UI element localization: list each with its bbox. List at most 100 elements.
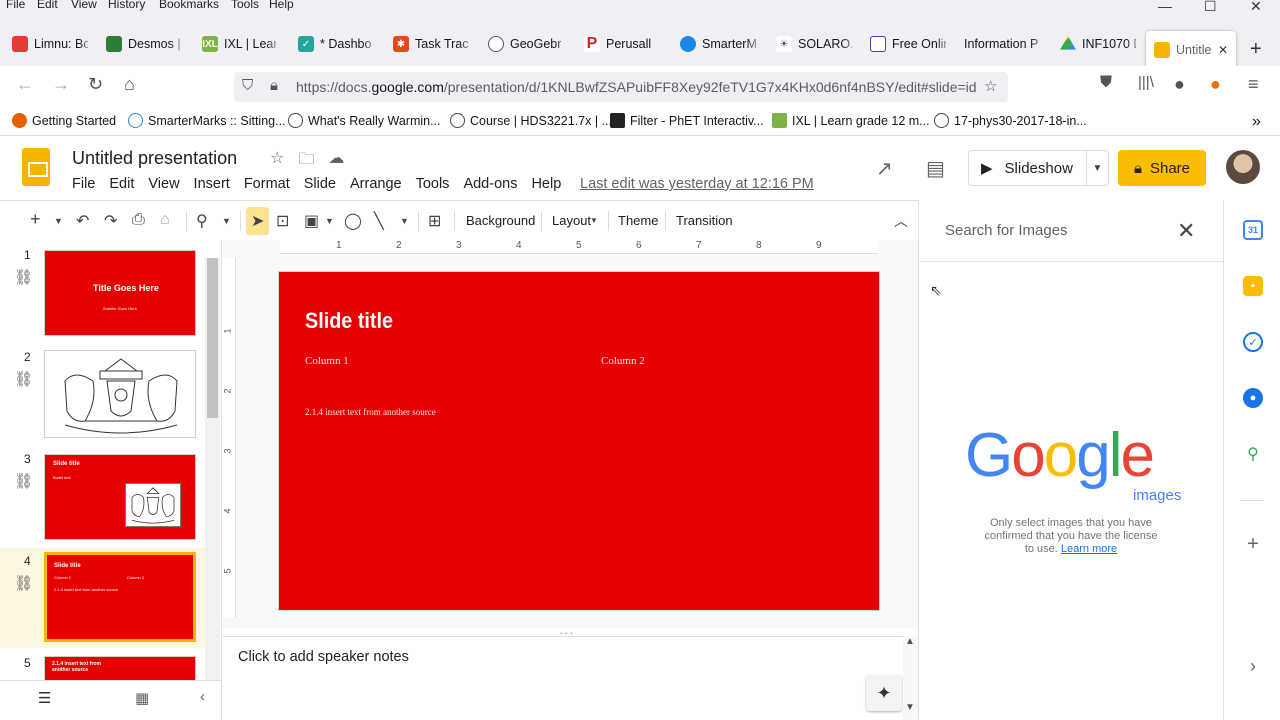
filmstrip-slide-4[interactable]: 4 ⛓ Slide title Column 1 Column 2 2.1.4 … [0, 548, 205, 648]
tab-limnu[interactable]: Limnu: Bo [4, 22, 96, 66]
image-icon[interactable]: ▣ [304, 211, 319, 231]
activity-trend-icon[interactable]: ↗ [876, 156, 893, 181]
notes-scrollbar[interactable]: ▲ ▼ [903, 636, 918, 720]
filmstrip-view-icon[interactable]: ☰ [38, 689, 51, 707]
menu-view[interactable]: View [71, 0, 97, 11]
extension-icon[interactable]: ● [1210, 74, 1221, 95]
more-bookmarks-icon[interactable]: » [1252, 113, 1261, 131]
last-edit-link[interactable]: Last edit was yesterday at 12:16 PM [580, 176, 814, 192]
filmstrip-scrollbar[interactable] [205, 258, 220, 680]
url-text[interactable]: https://docs.google.com/presentation/d/1… [296, 79, 976, 95]
filmstrip-slide-1[interactable]: 1 ⛓ Title Goes Here Subtitle Goes Here [0, 242, 205, 342]
menu-edit[interactable]: Edit [37, 0, 58, 11]
bookmark-course[interactable]: Course | HDS3221.7x | ... [450, 113, 612, 128]
add-addon-icon[interactable]: + [1243, 533, 1263, 555]
zoom-dropdown-icon[interactable]: ▼ [222, 216, 231, 226]
bookmark-warming[interactable]: What's Really Warmin... [288, 113, 441, 128]
star-icon[interactable]: ☆ [270, 148, 284, 175]
line-dropdown-icon[interactable]: ▼ [400, 216, 409, 226]
new-slide-icon[interactable]: + [30, 209, 41, 230]
image-search-input[interactable]: Search for Images [945, 222, 1068, 239]
docs-menu-edit[interactable]: Edit [109, 176, 134, 192]
text-box-icon[interactable]: ⊡ [276, 211, 289, 231]
layout-dropdown-icon[interactable]: ▼ [590, 216, 598, 225]
contacts-icon[interactable]: ● [1243, 388, 1263, 408]
close-tab-icon[interactable]: ✕ [1218, 43, 1228, 57]
tab-smartermarks[interactable]: SmarterM [672, 22, 764, 66]
shield-icon[interactable]: ⛉ [242, 77, 253, 94]
tab-task-tracker[interactable]: ✱ Task Track [385, 22, 477, 66]
new-tab-icon[interactable]: + [1250, 38, 1262, 61]
document-title[interactable]: Untitled presentation [72, 148, 237, 169]
bookmark-star-icon[interactable]: ☆ [984, 77, 997, 95]
menu-file[interactable]: File [6, 0, 25, 11]
slide-thumbnail[interactable]: Title Goes Here Subtitle Goes Here [44, 250, 196, 336]
avatar[interactable] [1226, 150, 1260, 184]
paint-format-icon[interactable]: ⌂ [160, 211, 170, 229]
print-icon[interactable]: ⎙ [132, 211, 145, 229]
slide-thumbnail[interactable] [44, 350, 196, 438]
new-slide-dropdown-icon[interactable]: ▼ [54, 216, 63, 226]
account-icon[interactable]: ● [1174, 74, 1185, 95]
cloud-saved-icon[interactable]: ☁︎ [328, 148, 344, 175]
transition-button[interactable]: Transition [676, 213, 733, 228]
tab-free-online[interactable]: Free Onlin [862, 22, 954, 66]
bookmark-phet[interactable]: Filter - PhET Interactiv... [610, 113, 764, 128]
share-button[interactable]: 🔒︎ Share [1118, 150, 1206, 186]
collapse-toolbar-icon[interactable]: ︿ [894, 211, 908, 231]
tab-desmos[interactable]: Desmos | [98, 22, 188, 66]
select-pointer-icon[interactable]: ➤ [246, 207, 270, 235]
comment-icon[interactable]: ▤ [926, 156, 945, 181]
home-icon[interactable]: ⌂ [124, 74, 135, 95]
line-icon[interactable]: ╲ [374, 211, 384, 231]
slideshow-dropdown-icon[interactable]: ▼ [1087, 163, 1108, 174]
speaker-notes-placeholder[interactable]: Click to add speaker notes [238, 649, 409, 665]
filmstrip-slide-3[interactable]: 3 ⛓ Slide title Bullet text [0, 446, 205, 546]
library-icon[interactable]: |||\ [1138, 74, 1154, 91]
explore-icon[interactable]: ✦ [866, 675, 902, 711]
bookmark-ixl[interactable]: IXL | Learn grade 12 m... [772, 113, 930, 128]
slideshow-button[interactable]: ▶ Slideshow ▼ [968, 150, 1109, 186]
docs-menu-format[interactable]: Format [244, 176, 290, 192]
filmstrip-slide-2[interactable]: 2 ⛓ [0, 344, 205, 444]
docs-menu-file[interactable]: File [72, 176, 95, 192]
tab-information[interactable]: Information P [956, 22, 1048, 66]
close-panel-icon[interactable]: ✕ [1177, 218, 1195, 244]
calendar-icon[interactable]: 31 [1243, 220, 1263, 240]
expand-panel-icon[interactable]: › [1243, 656, 1263, 676]
tab-perusall[interactable]: P Perusall [576, 22, 668, 66]
docs-menu-arrange[interactable]: Arrange [350, 176, 402, 192]
grid-view-icon[interactable]: ▦ [135, 689, 149, 707]
background-button[interactable]: Background [466, 213, 535, 228]
current-slide[interactable]: Slide title Column 1 Column 2 2.1.4 inse… [279, 272, 879, 610]
slide-thumbnail-selected[interactable]: Slide title Column 1 Column 2 2.1.4 inse… [44, 552, 196, 642]
tab-solaro[interactable]: ☀ SOLARO.c [768, 22, 860, 66]
menu-tools[interactable]: Tools [231, 0, 259, 11]
redo-icon[interactable]: ↷ [104, 211, 117, 231]
slide-thumbnail[interactable]: Slide title Bullet text [44, 454, 196, 540]
lock-icon[interactable]: 🔒︎ [270, 77, 278, 94]
docs-menu-slide[interactable]: Slide [304, 176, 336, 192]
slide-column-1[interactable]: Column 1 [305, 355, 349, 367]
hamburger-menu-icon[interactable]: ≡ [1248, 74, 1259, 95]
undo-icon[interactable]: ↶ [76, 211, 89, 231]
learn-more-link[interactable]: Learn more [1061, 543, 1117, 555]
reload-icon[interactable]: ↻ [88, 74, 103, 95]
notes-resize-handle[interactable]: • • • [560, 629, 573, 638]
close-window-icon[interactable]: ✕ [1250, 0, 1262, 15]
maximize-icon[interactable]: ☐ [1204, 0, 1217, 15]
tab-untitled-active[interactable]: Untitled ✕ [1146, 31, 1236, 69]
forward-icon[interactable]: → [52, 74, 70, 95]
docs-menu-help[interactable]: Help [531, 176, 561, 192]
menu-help[interactable]: Help [269, 0, 294, 11]
docs-menu-view[interactable]: View [148, 176, 179, 192]
zoom-icon[interactable]: ⚲ [196, 211, 208, 231]
image-dropdown-icon[interactable]: ▼ [325, 216, 334, 226]
bookmark-getting-started[interactable]: Getting Started [12, 113, 116, 128]
slide-body-text[interactable]: 2.1.4 insert text from another source [305, 407, 436, 417]
keep-icon[interactable]: ▪ [1243, 276, 1263, 296]
bookmark-smartermarks[interactable]: SmarterMarks :: Sitting... [128, 113, 286, 128]
tab-inf1070[interactable]: INF1070 D [1052, 22, 1144, 66]
speaker-notes[interactable]: • • • Click to add speaker notes ✦ [222, 629, 918, 720]
minimize-icon[interactable]: — [1158, 0, 1172, 14]
